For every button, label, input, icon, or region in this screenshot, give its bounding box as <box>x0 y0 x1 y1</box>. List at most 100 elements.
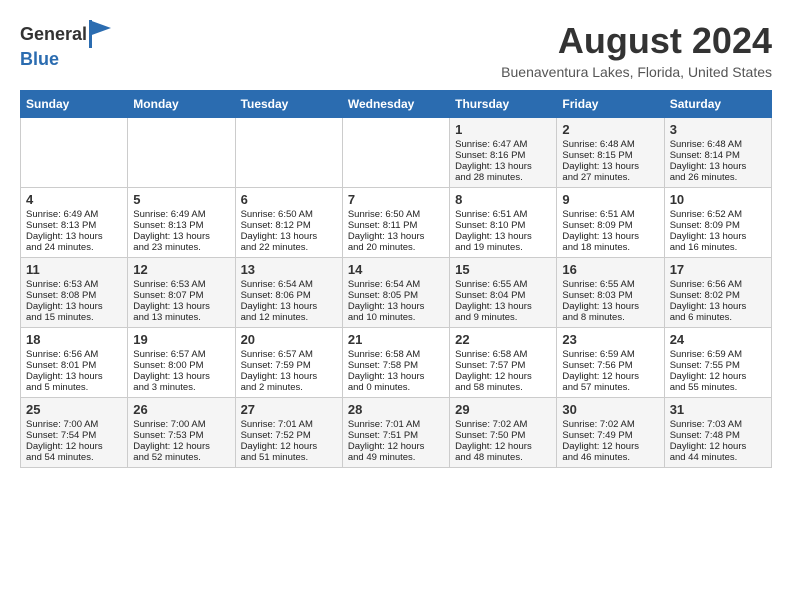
day-info: Sunset: 8:08 PM <box>26 290 122 301</box>
day-info: Sunset: 8:13 PM <box>26 220 122 231</box>
calendar-cell: 7Sunrise: 6:50 AMSunset: 8:11 PMDaylight… <box>342 188 449 258</box>
day-info: Sunrise: 6:56 AM <box>26 349 122 360</box>
day-number: 27 <box>241 402 337 417</box>
day-info: Sunset: 8:04 PM <box>455 290 551 301</box>
logo-flag-icon <box>89 20 111 48</box>
day-info: Sunrise: 6:56 AM <box>670 279 766 290</box>
col-friday: Friday <box>557 91 664 118</box>
calendar-cell: 20Sunrise: 6:57 AMSunset: 7:59 PMDayligh… <box>235 328 342 398</box>
calendar-cell: 18Sunrise: 6:56 AMSunset: 8:01 PMDayligh… <box>21 328 128 398</box>
calendar-cell: 3Sunrise: 6:48 AMSunset: 8:14 PMDaylight… <box>664 118 771 188</box>
day-info: Sunrise: 6:55 AM <box>562 279 658 290</box>
day-info: Sunrise: 6:59 AM <box>562 349 658 360</box>
calendar-cell: 14Sunrise: 6:54 AMSunset: 8:05 PMDayligh… <box>342 258 449 328</box>
header: General Blue August 2024 Buenaventura La… <box>20 20 772 80</box>
day-number: 24 <box>670 332 766 347</box>
day-number: 3 <box>670 122 766 137</box>
col-wednesday: Wednesday <box>342 91 449 118</box>
page: General Blue August 2024 Buenaventura La… <box>0 0 792 478</box>
day-info: and 3 minutes. <box>133 382 229 393</box>
day-info: Sunrise: 6:52 AM <box>670 209 766 220</box>
day-info: Daylight: 13 hours <box>562 301 658 312</box>
day-info: and 26 minutes. <box>670 172 766 183</box>
calendar-cell: 10Sunrise: 6:52 AMSunset: 8:09 PMDayligh… <box>664 188 771 258</box>
day-info: Sunrise: 6:59 AM <box>670 349 766 360</box>
day-info: Sunrise: 6:48 AM <box>670 139 766 150</box>
day-info: and 23 minutes. <box>133 242 229 253</box>
calendar-cell <box>128 118 235 188</box>
day-number: 30 <box>562 402 658 417</box>
calendar-cell: 16Sunrise: 6:55 AMSunset: 8:03 PMDayligh… <box>557 258 664 328</box>
day-info: and 22 minutes. <box>241 242 337 253</box>
col-monday: Monday <box>128 91 235 118</box>
day-info: Daylight: 13 hours <box>455 301 551 312</box>
day-info: Daylight: 12 hours <box>26 441 122 452</box>
day-info: Sunset: 7:54 PM <box>26 430 122 441</box>
day-info: and 57 minutes. <box>562 382 658 393</box>
day-number: 19 <box>133 332 229 347</box>
day-number: 13 <box>241 262 337 277</box>
day-number: 17 <box>670 262 766 277</box>
day-info: Sunrise: 6:53 AM <box>133 279 229 290</box>
day-number: 4 <box>26 192 122 207</box>
day-info: Sunset: 8:03 PM <box>562 290 658 301</box>
calendar-week-5: 25Sunrise: 7:00 AMSunset: 7:54 PMDayligh… <box>21 398 772 468</box>
day-info: Sunrise: 7:02 AM <box>562 419 658 430</box>
day-info: Sunset: 8:01 PM <box>26 360 122 371</box>
day-info: Daylight: 12 hours <box>455 371 551 382</box>
calendar-cell: 17Sunrise: 6:56 AMSunset: 8:02 PMDayligh… <box>664 258 771 328</box>
day-info: and 46 minutes. <box>562 452 658 463</box>
day-info: Sunrise: 6:49 AM <box>133 209 229 220</box>
day-info: Sunset: 7:50 PM <box>455 430 551 441</box>
day-info: and 51 minutes. <box>241 452 337 463</box>
calendar-cell <box>235 118 342 188</box>
day-number: 15 <box>455 262 551 277</box>
col-thursday: Thursday <box>450 91 557 118</box>
day-info: Sunset: 8:11 PM <box>348 220 444 231</box>
logo: General Blue <box>20 20 111 70</box>
col-sunday: Sunday <box>21 91 128 118</box>
logo-text: General <box>20 25 87 45</box>
day-number: 7 <box>348 192 444 207</box>
calendar-week-2: 4Sunrise: 6:49 AMSunset: 8:13 PMDaylight… <box>21 188 772 258</box>
day-info: and 0 minutes. <box>348 382 444 393</box>
calendar-header-row: Sunday Monday Tuesday Wednesday Thursday… <box>21 91 772 118</box>
calendar-cell: 12Sunrise: 6:53 AMSunset: 8:07 PMDayligh… <box>128 258 235 328</box>
day-number: 5 <box>133 192 229 207</box>
calendar-table: Sunday Monday Tuesday Wednesday Thursday… <box>20 90 772 468</box>
day-info: Daylight: 13 hours <box>133 231 229 242</box>
day-info: Daylight: 13 hours <box>348 231 444 242</box>
calendar-cell: 30Sunrise: 7:02 AMSunset: 7:49 PMDayligh… <box>557 398 664 468</box>
day-info: and 9 minutes. <box>455 312 551 323</box>
day-info: Daylight: 13 hours <box>455 161 551 172</box>
day-info: Daylight: 13 hours <box>670 161 766 172</box>
day-info: Sunset: 7:57 PM <box>455 360 551 371</box>
calendar-cell <box>342 118 449 188</box>
day-info: Sunrise: 6:47 AM <box>455 139 551 150</box>
calendar-cell: 26Sunrise: 7:00 AMSunset: 7:53 PMDayligh… <box>128 398 235 468</box>
day-info: and 16 minutes. <box>670 242 766 253</box>
day-number: 14 <box>348 262 444 277</box>
day-info: Sunrise: 6:54 AM <box>241 279 337 290</box>
day-info: Daylight: 12 hours <box>562 371 658 382</box>
calendar-cell: 28Sunrise: 7:01 AMSunset: 7:51 PMDayligh… <box>342 398 449 468</box>
day-info: Sunset: 8:12 PM <box>241 220 337 231</box>
day-number: 25 <box>26 402 122 417</box>
day-info: Sunrise: 7:03 AM <box>670 419 766 430</box>
day-info: and 49 minutes. <box>348 452 444 463</box>
day-info: Sunset: 8:13 PM <box>133 220 229 231</box>
calendar-cell: 21Sunrise: 6:58 AMSunset: 7:58 PMDayligh… <box>342 328 449 398</box>
day-info: Sunset: 7:51 PM <box>348 430 444 441</box>
day-info: Daylight: 13 hours <box>241 301 337 312</box>
day-info: Daylight: 13 hours <box>348 301 444 312</box>
day-info: and 54 minutes. <box>26 452 122 463</box>
day-info: Sunset: 7:56 PM <box>562 360 658 371</box>
month-title: August 2024 <box>501 20 772 62</box>
day-number: 9 <box>562 192 658 207</box>
calendar-cell: 6Sunrise: 6:50 AMSunset: 8:12 PMDaylight… <box>235 188 342 258</box>
day-info: Sunrise: 7:02 AM <box>455 419 551 430</box>
location-title: Buenaventura Lakes, Florida, United Stat… <box>501 64 772 80</box>
calendar-cell: 25Sunrise: 7:00 AMSunset: 7:54 PMDayligh… <box>21 398 128 468</box>
day-info: Daylight: 12 hours <box>348 441 444 452</box>
day-info: and 58 minutes. <box>455 382 551 393</box>
